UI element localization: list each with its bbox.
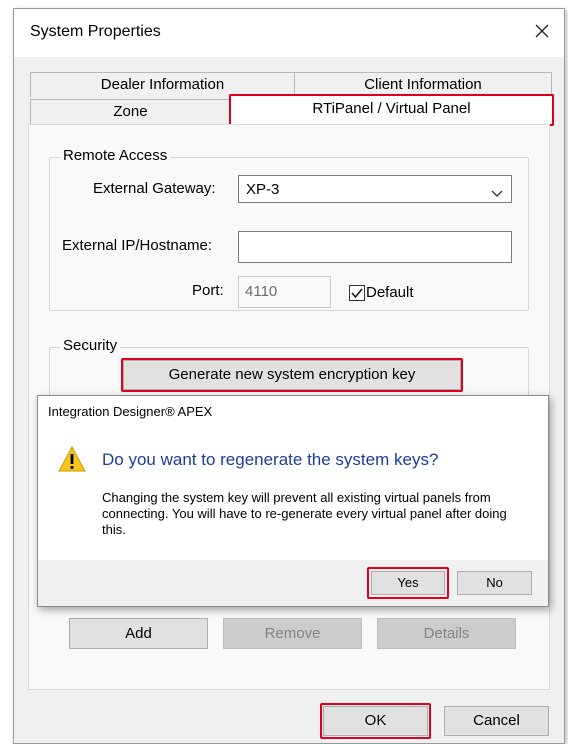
window-title: System Properties (30, 23, 161, 40)
default-label: Default (366, 284, 414, 301)
details-button[interactable]: Details (377, 618, 516, 649)
tab-highlight (229, 94, 554, 126)
port-input[interactable]: 4110 (238, 276, 331, 308)
external-ip-input[interactable] (238, 231, 512, 263)
cancel-button[interactable]: Cancel (444, 706, 549, 736)
close-icon[interactable] (528, 17, 556, 45)
remove-button[interactable]: Remove (223, 618, 362, 649)
generate-button-highlight (121, 358, 463, 392)
external-ip-label: External IP/Hostname: (62, 237, 213, 254)
external-gateway-label: External Gateway: (93, 180, 216, 197)
ok-button-highlight (320, 703, 431, 739)
dialog-message: Changing the system key will prevent all… (102, 490, 507, 537)
chevron-down-icon (491, 185, 503, 202)
add-button[interactable]: Add (69, 618, 208, 649)
no-button[interactable]: No (457, 571, 532, 595)
dialog-question: Do you want to regenerate the system key… (102, 450, 439, 469)
port-label: Port: (192, 282, 224, 299)
yes-button-highlight (367, 567, 449, 599)
confirm-dialog: Integration Designer® APEX Do you want t… (37, 395, 549, 607)
remote-access-label: Remote Access (60, 147, 171, 164)
tab-zone[interactable]: Zone (30, 99, 231, 125)
external-gateway-dropdown[interactable]: XP-3 (238, 175, 512, 203)
security-label: Security (60, 337, 121, 354)
dialog-footer: Yes No (38, 560, 548, 606)
dialog-title: Integration Designer® APEX (48, 404, 213, 419)
system-properties-window: System Properties Dealer Information Cli… (13, 8, 565, 744)
gateway-value: XP-3 (246, 181, 280, 198)
warning-icon (58, 445, 86, 476)
title-bar: System Properties (14, 9, 564, 57)
default-checkbox[interactable] (349, 285, 365, 301)
